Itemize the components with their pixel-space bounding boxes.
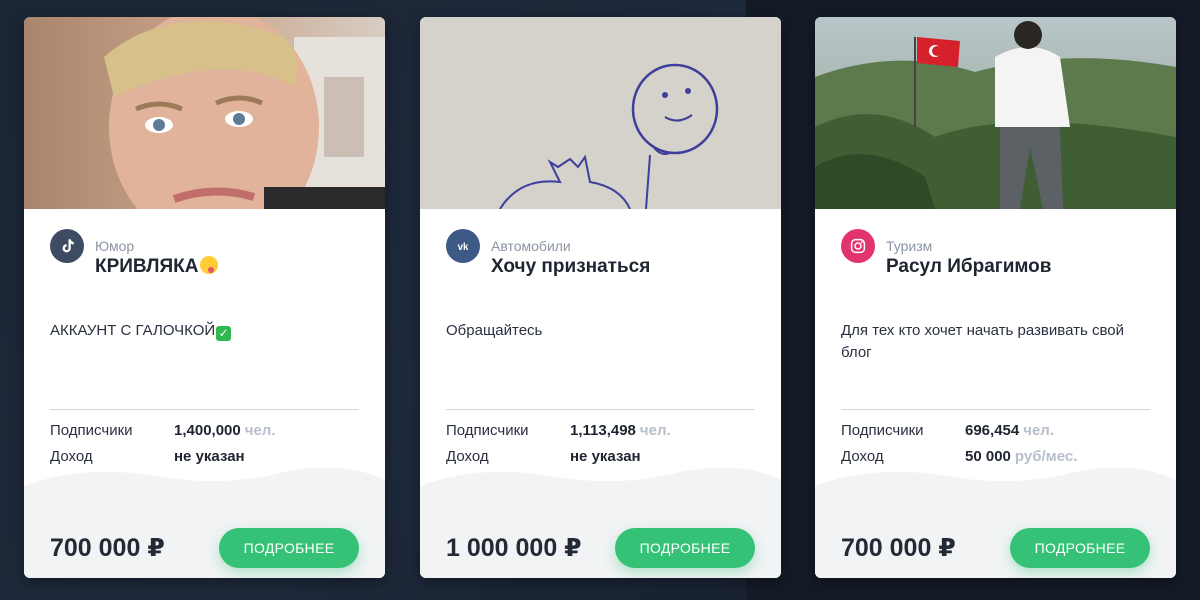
subscribers-row: Подписчики 1,113,498 чел. [446, 422, 756, 448]
details-button[interactable]: ПОДРОБНЕЕ [219, 528, 359, 568]
account-card[interactable]: Туризм Расул Ибрагимов Для тех кто хочет… [815, 17, 1176, 578]
category-label: Юмор [95, 238, 135, 254]
subscribers-count: 1,113,498 [570, 422, 636, 439]
check-mark-emoji: ✓ [216, 326, 232, 341]
subscribers-count: 1,400,000 [174, 422, 241, 439]
card-footer: 700 000 ₽ ПОДРОБНЕЕ [24, 462, 385, 578]
account-card[interactable]: vk Автомобили Хочу признаться Обращайтес… [420, 17, 781, 578]
card-footer: 1 000 000 ₽ ПОДРОБНЕЕ [420, 462, 781, 578]
instagram-icon [841, 229, 875, 263]
account-description: АККАУНТ С ГАЛОЧКОЙ ✓ [50, 320, 350, 342]
subscribers-value: 696,454 чел. [965, 422, 1054, 439]
divider [50, 409, 359, 410]
account-name-text: КРИВЛЯКА [95, 256, 199, 277]
subscribers-unit: чел. [639, 422, 671, 439]
account-photo [24, 17, 385, 209]
description-text: АККАУНТ С ГАЛОЧКОЙ [50, 322, 216, 339]
svg-text:vk: vk [458, 242, 469, 253]
subscribers-value: 1,400,000 чел. [174, 422, 275, 439]
category-label: Автомобили [491, 238, 571, 254]
account-header: vk Автомобили Хочу признаться [446, 227, 766, 287]
account-description: Обращайтесь [446, 322, 543, 339]
account-name[interactable]: Расул Ибрагимов [886, 256, 1051, 278]
tiktok-icon [50, 229, 84, 263]
details-button[interactable]: ПОДРОБНЕЕ [1010, 528, 1150, 568]
price: 700 000 ₽ [841, 534, 956, 562]
subscribers-label: Подписчики [841, 422, 924, 439]
account-card[interactable]: Юмор КРИВЛЯКА АККАУНТ С ГАЛОЧКОЙ ✓ Подпис… [24, 17, 385, 578]
subscribers-label: Подписчики [50, 422, 133, 439]
price: 1 000 000 ₽ [446, 534, 582, 562]
account-name[interactable]: Хочу признаться [491, 256, 650, 278]
card-footer: 700 000 ₽ ПОДРОБНЕЕ [815, 462, 1176, 578]
subscribers-unit: чел. [1023, 422, 1054, 439]
details-button[interactable]: ПОДРОБНЕЕ [615, 528, 755, 568]
zany-face-emoji [200, 256, 219, 274]
vk-icon: vk [446, 229, 480, 263]
account-description: Для тех кто хочет начать развивать свой … [841, 322, 1124, 361]
account-name[interactable]: КРИВЛЯКА [95, 256, 219, 278]
account-header: Туризм Расул Ибрагимов [841, 227, 1161, 287]
subscribers-unit: чел. [244, 422, 276, 439]
subscribers-row: Подписчики 1,400,000 чел. [50, 422, 360, 448]
price: 700 000 ₽ [50, 534, 165, 562]
account-photo [420, 17, 781, 209]
account-header: Юмор КРИВЛЯКА [50, 227, 370, 287]
subscribers-value: 1,113,498 чел. [570, 422, 671, 439]
subscribers-count: 696,454 [965, 422, 1020, 439]
divider [446, 409, 755, 410]
divider [841, 409, 1150, 410]
account-photo [815, 17, 1176, 209]
subscribers-row: Подписчики 696,454 чел. [841, 422, 1151, 448]
subscribers-label: Подписчики [446, 422, 529, 439]
category-label: Туризм [886, 238, 933, 254]
